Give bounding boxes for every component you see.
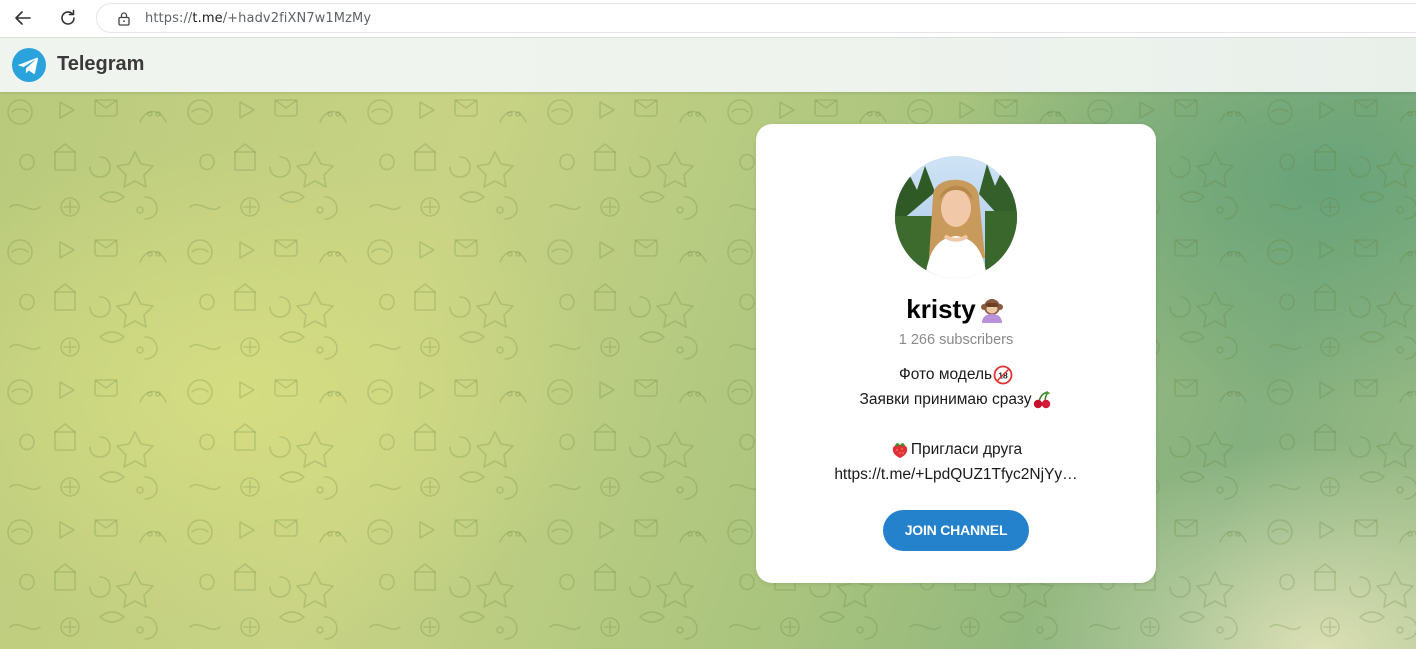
channel-title: kristy bbox=[756, 294, 1156, 325]
channel-card: kristy 1 266 subscribers Фото модель 18 … bbox=[756, 124, 1156, 583]
url-host: t.me bbox=[192, 11, 223, 26]
chat-background bbox=[0, 92, 1416, 649]
url-prefix: https:// bbox=[145, 11, 193, 26]
doodle-pattern bbox=[0, 92, 1416, 649]
telegram-brand-link[interactable]: Telegram bbox=[57, 53, 144, 76]
back-arrow-icon bbox=[15, 11, 31, 25]
browser-toolbar: https://t.me/+hadv2fiXN7w1MzMy bbox=[0, 0, 1416, 38]
reload-icon bbox=[61, 9, 75, 25]
url-path: /+hadv2fiXN7w1MzMy bbox=[222, 11, 372, 26]
channel-avatar bbox=[895, 156, 1017, 278]
description-line: Заявки принимаю сразу bbox=[786, 387, 1126, 412]
strawberry-emoji-icon bbox=[892, 442, 908, 458]
telegram-header: Telegram bbox=[0, 38, 1416, 92]
monkey-emoji-icon bbox=[980, 298, 1003, 323]
description-line-3: Пригласи друга bbox=[910, 441, 1023, 458]
lock-icon[interactable] bbox=[117, 11, 131, 26]
subscribers-count: 1 266 subscribers bbox=[898, 332, 1014, 348]
url-text: https://t.me/+hadv2fiXN7w1MzMy bbox=[145, 11, 371, 26]
channel-description: Фото модель 18 Заявки принимаю сразу bbox=[786, 362, 1126, 487]
reload-button[interactable] bbox=[53, 4, 83, 32]
cherries-emoji-icon bbox=[1034, 390, 1051, 408]
channel-title-text: kristy bbox=[906, 294, 976, 324]
back-button[interactable] bbox=[8, 4, 38, 32]
description-line-1: Фото модель bbox=[898, 366, 993, 383]
telegram-logo-icon[interactable] bbox=[12, 48, 46, 82]
description-line: https://t.me/+LpdQUZ1Tfyc2NjYy… bbox=[786, 462, 1126, 487]
description-line: Фото модель 18 bbox=[786, 362, 1126, 387]
18-plus-emoji-icon: 18 bbox=[993, 365, 1013, 384]
join-channel-button[interactable]: JOIN CHANNEL bbox=[883, 510, 1029, 551]
address-bar[interactable]: https://t.me/+hadv2fiXN7w1MzMy bbox=[96, 3, 1416, 33]
description-line: Пригласи друга bbox=[786, 437, 1126, 462]
description-line-2: Заявки принимаю сразу bbox=[859, 391, 1032, 408]
description-link[interactable]: https://t.me/+LpdQUZ1Tfyc2NjYy… bbox=[834, 462, 1077, 487]
